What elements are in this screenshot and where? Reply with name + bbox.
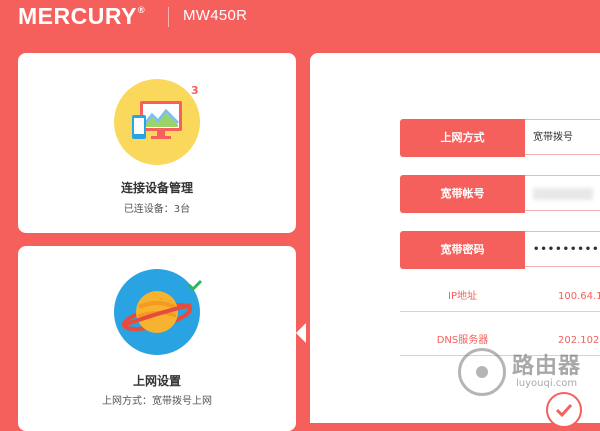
account-row[interactable]: 宽带帐号 (400, 175, 600, 213)
save-button[interactable] (546, 392, 582, 428)
card-subtitle: 已连设备：3台 (123, 204, 191, 215)
field-label: 宽带密码 (400, 231, 525, 269)
info-label: IP地址 (448, 291, 477, 302)
check-icon (555, 403, 573, 418)
account-input[interactable] (525, 175, 600, 211)
card-subtitle: 上网方式：宽带拨号上网 (102, 396, 212, 407)
password-input[interactable]: •••••••••• (525, 231, 600, 267)
device-count-badge: 3 (191, 84, 199, 97)
internet-settings-card[interactable]: 上网设置 上网方式：宽带拨号上网 (18, 246, 296, 431)
top-bar: MERCURY® MW450R (0, 0, 600, 36)
field-label: 上网方式 (400, 119, 525, 157)
brand-logo: MERCURY® (18, 3, 146, 29)
card-title: 上网设置 (132, 374, 181, 388)
password-row[interactable]: 宽带密码 •••••••••• (400, 231, 600, 269)
header-divider (168, 7, 169, 27)
ip-address-row: IP地址 100.64.1 (400, 283, 600, 312)
info-label: DNS服务器 (436, 335, 489, 346)
watermark-url: luyouqi.com (516, 378, 578, 389)
watermark-logo-icon (458, 348, 506, 396)
watermark-text: 路由器 (512, 354, 582, 379)
info-value: 100.64.1 (558, 291, 600, 302)
monitor-phone-icon (114, 79, 200, 165)
field-label: 宽带帐号 (400, 175, 525, 213)
check-icon (187, 277, 203, 296)
connection-type-select[interactable]: 宽带拨号 (525, 119, 600, 155)
blurred-value (533, 188, 593, 200)
model-name: MW450R (183, 7, 248, 24)
card-title: 连接设备管理 (120, 181, 193, 195)
connection-type-row[interactable]: 上网方式 宽带拨号 (400, 119, 600, 157)
active-card-pointer (296, 323, 306, 343)
connected-devices-card[interactable]: 3 连接设备管理 已连设备：3台 (18, 53, 296, 233)
